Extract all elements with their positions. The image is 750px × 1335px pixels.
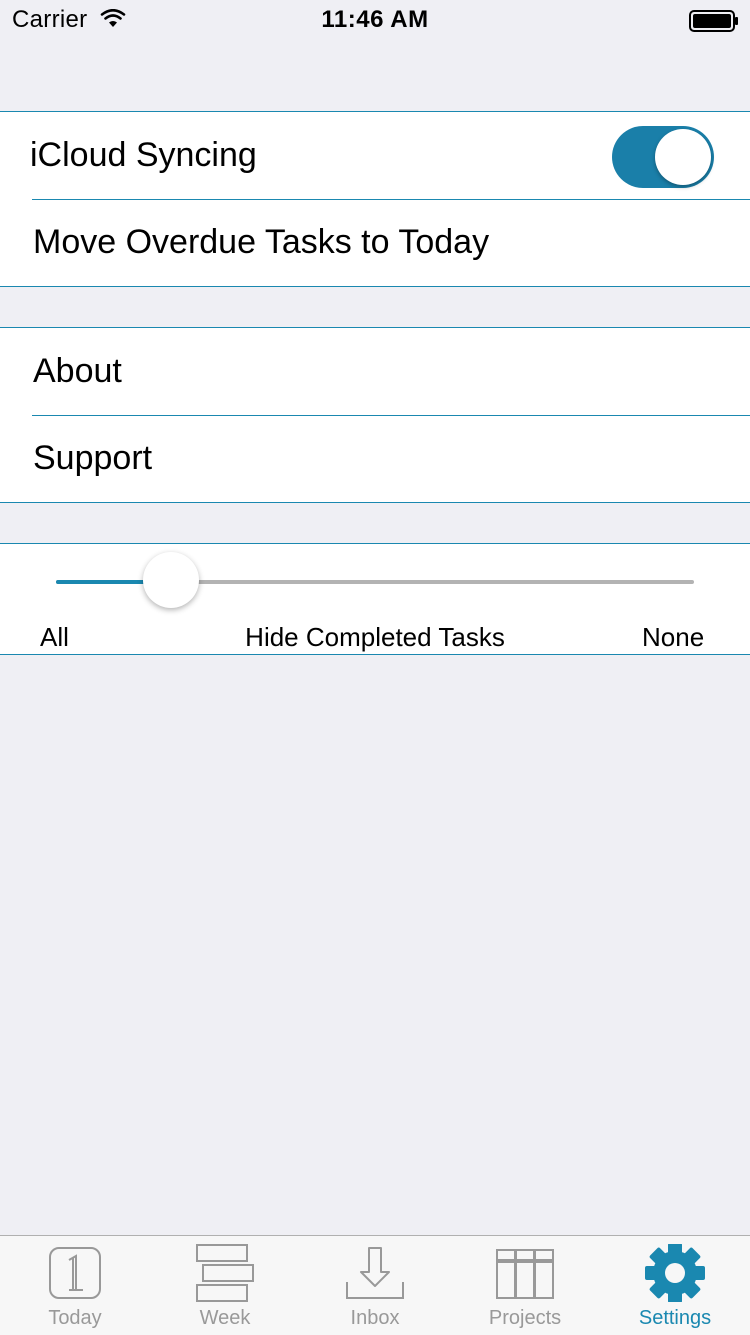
about-label: About — [33, 352, 122, 390]
tab-today[interactable]: Today — [0, 1236, 150, 1335]
icloud-syncing-label: iCloud Syncing — [30, 136, 257, 174]
tab-settings[interactable]: Settings — [600, 1236, 750, 1335]
status-time: 11:46 AM — [321, 6, 429, 33]
sync-settings-group: iCloud Syncing Move Overdue Tasks to Tod… — [0, 111, 750, 287]
gear-icon — [645, 1244, 705, 1302]
slider-title: Hide Completed Tasks — [245, 622, 505, 652]
inbox-tray-icon — [346, 1247, 404, 1299]
slider-max-label: None — [642, 622, 705, 652]
tab-inbox[interactable]: Inbox — [300, 1236, 450, 1335]
hide-completed-group: All Hide Completed Tasks None — [0, 543, 750, 655]
week-bars-icon — [196, 1244, 254, 1302]
support-label: Support — [33, 439, 153, 477]
hide-completed-slider-knob[interactable] — [142, 552, 199, 608]
about-row[interactable]: About — [0, 328, 750, 415]
tab-week[interactable]: Week — [150, 1236, 300, 1335]
icloud-syncing-row: iCloud Syncing — [0, 112, 750, 199]
calendar-day-icon — [49, 1247, 101, 1299]
tab-projects-label: Projects — [488, 1307, 562, 1329]
tab-bar: Today Week Inbox Projects Settings — [0, 1235, 750, 1335]
tab-projects[interactable]: Projects — [450, 1236, 600, 1335]
icloud-syncing-toggle[interactable] — [612, 126, 714, 188]
tab-settings-label: Settings — [638, 1307, 712, 1329]
projects-columns-icon — [496, 1249, 554, 1299]
toggle-knob — [655, 129, 711, 185]
battery-icon — [689, 10, 738, 32]
tab-today-label: Today — [48, 1307, 102, 1329]
move-overdue-row[interactable]: Move Overdue Tasks to Today — [0, 199, 750, 286]
move-overdue-label: Move Overdue Tasks to Today — [33, 223, 490, 261]
tab-week-label: Week — [199, 1307, 251, 1329]
support-row[interactable]: Support — [0, 415, 750, 502]
status-bar: Carrier 11:46 AM — [0, 0, 750, 40]
tab-inbox-label: Inbox — [350, 1307, 400, 1329]
info-group: About Support — [0, 327, 750, 503]
